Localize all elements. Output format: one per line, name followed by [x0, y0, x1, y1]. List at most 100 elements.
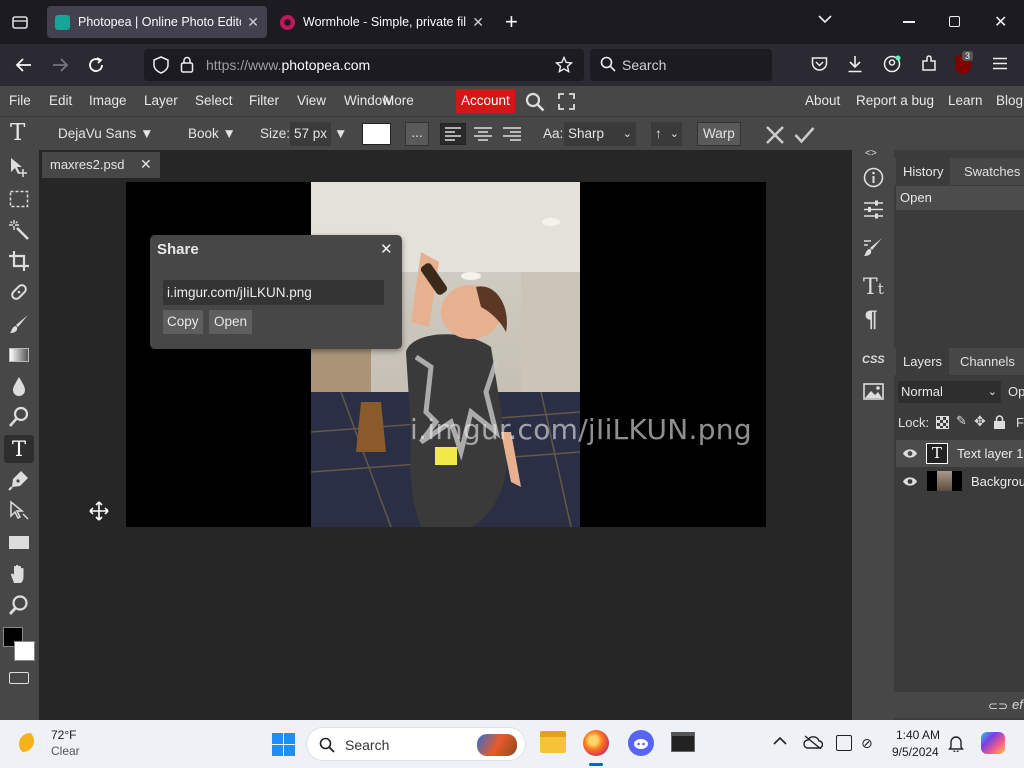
keyboard-icon[interactable]: [9, 672, 29, 684]
menu-report-bug[interactable]: Report a bug: [856, 86, 934, 116]
more-options-button[interactable]: ...: [405, 122, 429, 146]
back-icon[interactable]: [15, 56, 33, 74]
tab-list-icon[interactable]: [10, 13, 30, 31]
blur-tool-icon[interactable]: [4, 372, 34, 400]
font-family-select[interactable]: DejaVu Sans ▼: [58, 117, 153, 151]
menu-filter[interactable]: Filter: [249, 86, 279, 116]
dodge-tool-icon[interactable]: [4, 403, 34, 431]
tab-photopea[interactable]: Photopea | Online Photo Editor ✕: [47, 6, 267, 38]
lock-pixels-icon[interactable]: ✎: [956, 413, 967, 429]
collapse-arrows-icon[interactable]: <>: [865, 148, 877, 159]
weather-moon-icon[interactable]: [19, 733, 41, 755]
copilot-icon[interactable]: [981, 732, 1005, 754]
align-center-icon[interactable]: [471, 124, 495, 144]
marquee-tool-icon[interactable]: [4, 185, 34, 213]
menu-file[interactable]: File: [9, 86, 31, 116]
tab-wormhole[interactable]: Wormhole - Simple, private file ✕: [272, 6, 492, 38]
menu-image[interactable]: Image: [89, 86, 127, 116]
paragraph-icon[interactable]: ¶: [864, 307, 878, 333]
network-icon[interactable]: ⊘: [861, 735, 873, 752]
commit-check-icon[interactable]: [794, 126, 815, 144]
restore-icon[interactable]: [949, 16, 960, 27]
pocket-icon[interactable]: [811, 56, 828, 72]
account-button[interactable]: Account: [456, 89, 515, 113]
account-icon[interactable]: [883, 55, 901, 73]
canvas-text-layer[interactable]: i.imgur.com/jIiLKUN.png: [410, 413, 752, 446]
downloads-icon[interactable]: [847, 55, 863, 73]
close-tab-icon[interactable]: ✕: [472, 14, 484, 31]
crop-tool-icon[interactable]: [4, 247, 34, 275]
shield-icon[interactable]: [153, 56, 169, 74]
hand-tool-icon[interactable]: [4, 560, 34, 588]
lock-transparency-icon[interactable]: [936, 416, 949, 429]
visibility-eye-icon[interactable]: [902, 476, 918, 487]
lock-position-icon[interactable]: ✥: [974, 413, 986, 430]
clock-time[interactable]: 1:40 AM: [896, 728, 940, 742]
menu-learn[interactable]: Learn: [948, 86, 983, 116]
bookmark-star-icon[interactable]: [555, 56, 573, 74]
visibility-eye-icon[interactable]: [902, 448, 918, 459]
align-right-icon[interactable]: [500, 124, 524, 144]
hamburger-menu-icon[interactable]: [993, 57, 1007, 70]
cancel-x-icon[interactable]: [765, 125, 785, 145]
css-icon[interactable]: CSS: [862, 354, 885, 366]
menu-select[interactable]: Select: [195, 86, 233, 116]
taskbar-search-box[interactable]: Search: [306, 727, 526, 761]
text-orientation-select[interactable]: ↑ ⌄: [651, 122, 682, 146]
antialias-select[interactable]: Sharp ⌄: [564, 122, 636, 146]
menu-blog[interactable]: Blog: [996, 86, 1023, 116]
menu-edit[interactable]: Edit: [49, 86, 72, 116]
info-icon[interactable]: [863, 167, 884, 188]
minimize-icon[interactable]: [903, 21, 915, 23]
onedrive-icon[interactable]: [803, 735, 823, 749]
copy-button[interactable]: Copy: [163, 310, 203, 334]
adjustments-icon[interactable]: [863, 199, 884, 220]
warp-button[interactable]: Warp: [697, 122, 741, 146]
font-style-select[interactable]: Book ▼: [188, 117, 236, 151]
brush-tool-icon[interactable]: [4, 310, 34, 338]
search-icon[interactable]: [525, 92, 545, 112]
tab-channels[interactable]: Channels: [960, 348, 1015, 375]
close-dialog-icon[interactable]: ✕: [380, 240, 393, 258]
address-bar[interactable]: https://www.photopea.com: [144, 49, 584, 81]
extensions-icon[interactable]: [920, 55, 938, 73]
open-button[interactable]: Open: [209, 310, 253, 334]
brush-presets-icon[interactable]: [863, 237, 884, 258]
document-tab[interactable]: maxres2.psd ✕: [42, 152, 160, 178]
pen-tool-icon[interactable]: [4, 466, 34, 494]
chevron-down-icon[interactable]: [818, 14, 832, 24]
layer-row[interactable]: Background: [896, 468, 1024, 495]
link-layers-icon[interactable]: ⊂⊃: [988, 699, 1008, 713]
fullscreen-icon[interactable]: [558, 93, 575, 110]
terminal-icon[interactable]: [671, 732, 695, 752]
tab-swatches[interactable]: Swatches: [964, 158, 1020, 185]
gradient-tool-icon[interactable]: [4, 341, 34, 369]
close-window-icon[interactable]: ✕: [994, 12, 1007, 32]
lock-icon[interactable]: [180, 56, 194, 73]
zoom-tool-icon[interactable]: [4, 591, 34, 619]
start-windows-icon[interactable]: [272, 733, 295, 756]
effects-label[interactable]: ef: [1012, 697, 1023, 712]
menu-about[interactable]: About: [805, 86, 840, 116]
clipboard-icon[interactable]: [836, 735, 852, 751]
lock-all-icon[interactable]: [993, 415, 1006, 430]
browser-search-box[interactable]: Search: [590, 49, 772, 81]
size-dropdown-icon[interactable]: ▼: [334, 117, 347, 151]
menu-more[interactable]: More: [383, 86, 414, 116]
file-explorer-icon[interactable]: [540, 731, 566, 753]
text-color-swatch[interactable]: [362, 123, 391, 145]
discord-icon[interactable]: [628, 730, 654, 756]
share-url-field[interactable]: i.imgur.com/jIiLKUN.png: [163, 280, 384, 305]
magic-wand-tool-icon[interactable]: [4, 216, 34, 244]
menu-view[interactable]: View: [297, 86, 326, 116]
show-hidden-icons-icon[interactable]: [773, 736, 787, 746]
blend-mode-select[interactable]: Normal ⌄: [898, 381, 1001, 403]
healing-brush-tool-icon[interactable]: [4, 278, 34, 306]
layer-row[interactable]: T Text layer 1: [896, 440, 1024, 467]
tab-layers[interactable]: Layers: [896, 348, 950, 375]
close-document-icon[interactable]: ✕: [140, 156, 152, 173]
reload-icon[interactable]: [87, 56, 105, 74]
firefox-icon[interactable]: [583, 730, 609, 756]
background-color-swatch[interactable]: [14, 641, 35, 661]
clock-date[interactable]: 9/5/2024: [892, 745, 939, 759]
